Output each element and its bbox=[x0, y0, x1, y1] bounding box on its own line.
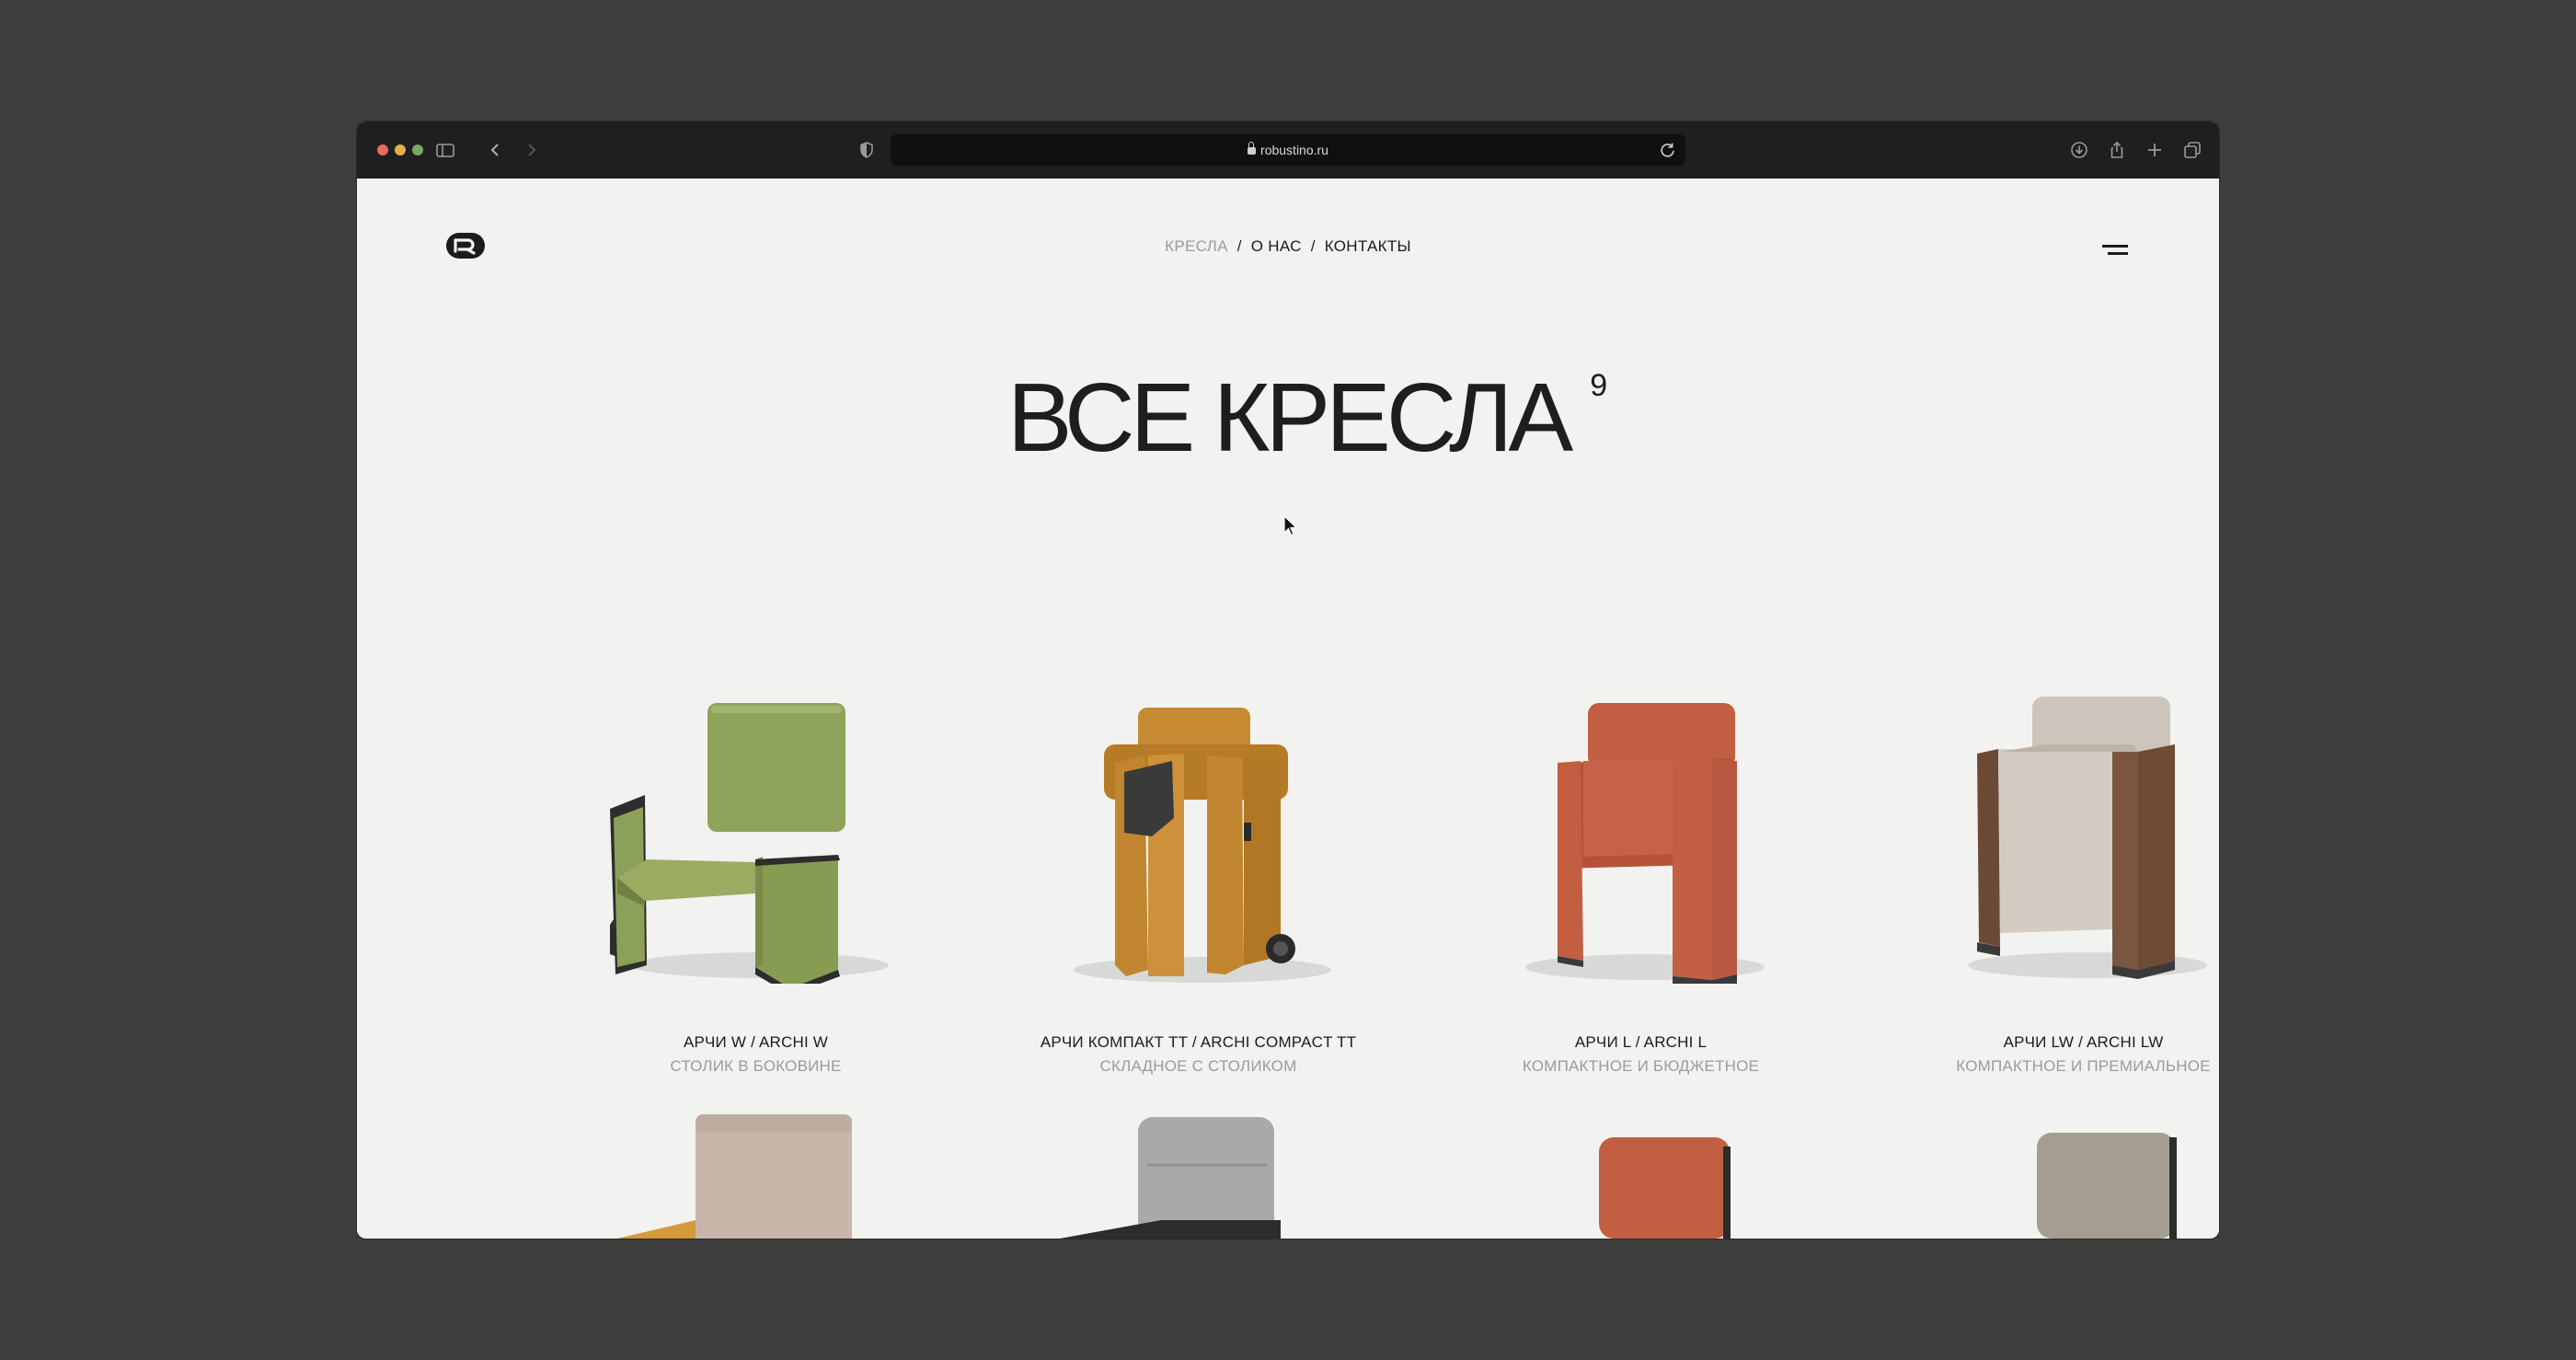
chair-count: 9 bbox=[1590, 368, 1608, 403]
product-name[interactable]: АРЧИ L / ARCHI L bbox=[1420, 1033, 1862, 1052]
share-icon[interactable] bbox=[2106, 139, 2128, 161]
nav-separator: / bbox=[1236, 237, 1242, 255]
chair-image-partial[interactable] bbox=[1862, 1110, 2219, 1239]
product-name[interactable]: АРЧИ LW / ARCHI LW bbox=[1862, 1033, 2219, 1052]
forward-icon[interactable] bbox=[521, 139, 543, 161]
nav-item-about[interactable]: О НАС bbox=[1251, 237, 1302, 256]
chair-image-archi-compact-tt bbox=[1074, 708, 1331, 983]
mouse-cursor-icon bbox=[1283, 515, 1298, 536]
main-nav: КРЕСЛА / О НАС / КОНТАКТЫ bbox=[357, 237, 2219, 256]
close-window-button[interactable] bbox=[377, 144, 388, 156]
nav-item-chairs[interactable]: КРЕСЛА bbox=[1165, 237, 1228, 256]
nav-separator: / bbox=[1310, 237, 1316, 255]
new-tab-icon[interactable] bbox=[2144, 139, 2166, 161]
zoom-window-button[interactable] bbox=[412, 144, 423, 156]
product-subtitle: СТОЛИК В БОКОВИНЕ bbox=[670, 1057, 842, 1075]
browser-toolbar: robustino.ru bbox=[357, 121, 2219, 179]
product-name[interactable]: АРЧИ КОМПАКТ TT / ARCHI COMPACT TT bbox=[977, 1033, 1420, 1052]
product-subtitle: КОМПАКТНОЕ И ПРЕМИАЛЬНОЕ bbox=[1956, 1057, 2211, 1075]
product-subtitle: КОМПАКТНОЕ И БЮДЖЕТНОЕ bbox=[1522, 1057, 1760, 1075]
chair-image-archi-l bbox=[1525, 703, 1765, 984]
minimize-window-button[interactable] bbox=[395, 144, 406, 156]
product-subtitle: СКЛАДНОЕ С СТОЛИКОМ bbox=[1099, 1057, 1297, 1075]
chair-image-partial[interactable] bbox=[1420, 1110, 1862, 1239]
tab-overview-icon[interactable] bbox=[2181, 139, 2203, 161]
nav-item-contacts[interactable]: КОНТАКТЫ bbox=[1325, 237, 1411, 256]
chair-image-archi-lw bbox=[1968, 697, 2207, 979]
downloads-icon[interactable] bbox=[2068, 139, 2090, 161]
browser-window: robustino.ru КРЕСЛА / О НАС / КОНТАКТЫ В… bbox=[357, 121, 2219, 1239]
back-icon[interactable] bbox=[484, 139, 506, 161]
page-title-text: ВСЕ КРЕСЛА bbox=[1006, 363, 1573, 472]
chair-image-archi-w bbox=[610, 703, 889, 984]
hamburger-menu-icon[interactable] bbox=[2100, 245, 2128, 259]
chair-image-partial[interactable] bbox=[535, 1110, 977, 1239]
product-name[interactable]: АРЧИ W / ARCHI W bbox=[535, 1033, 977, 1052]
page-content: КРЕСЛА / О НАС / КОНТАКТЫ ВСЕ КРЕСЛА 9 А… bbox=[357, 179, 2219, 1239]
reload-icon[interactable] bbox=[1658, 140, 1678, 160]
privacy-shield-icon[interactable] bbox=[856, 139, 878, 161]
lock-icon bbox=[1248, 142, 1257, 155]
chair-image-partial[interactable] bbox=[977, 1110, 1420, 1239]
url-text: robustino.ru bbox=[1260, 143, 1328, 157]
address-bar[interactable]: robustino.ru bbox=[891, 134, 1685, 166]
page-title: ВСЕ КРЕСЛА 9 bbox=[1006, 363, 1607, 474]
sidebar-toggle-icon[interactable] bbox=[434, 139, 456, 161]
